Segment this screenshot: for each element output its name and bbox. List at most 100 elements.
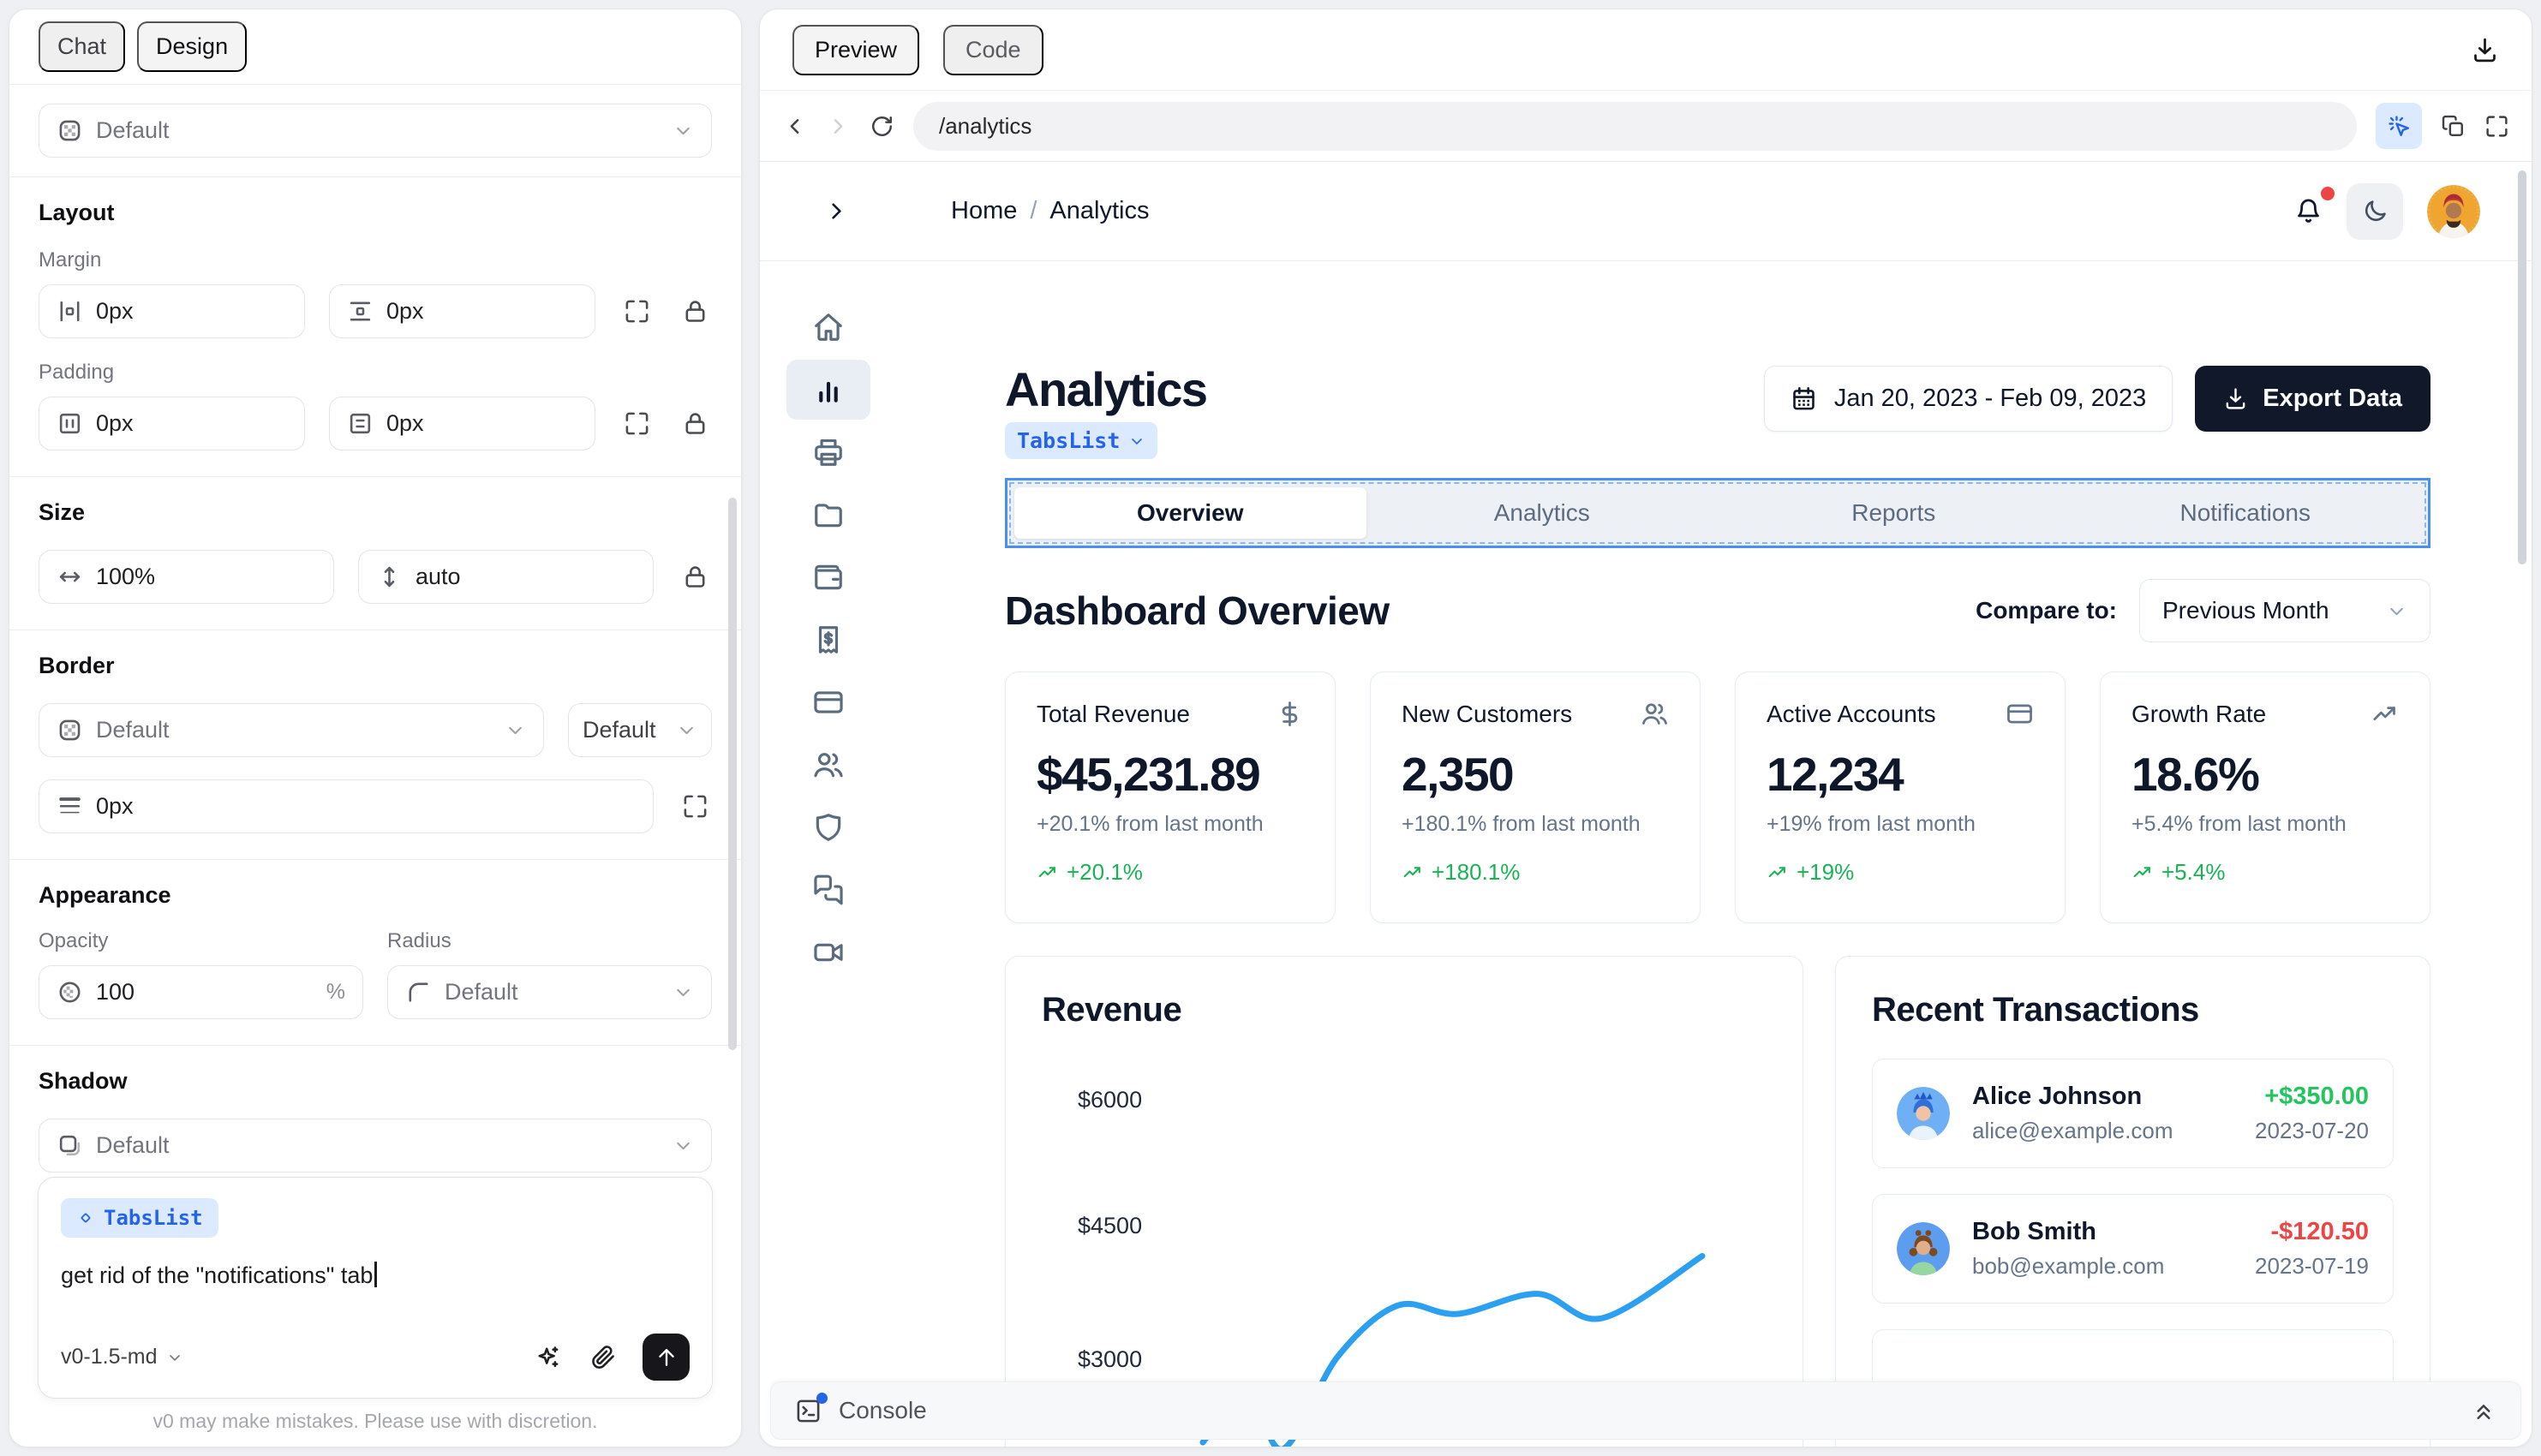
- chat-composer[interactable]: TabsList get rid of the "notifications" …: [38, 1177, 713, 1399]
- back-button[interactable]: [782, 114, 807, 139]
- sidebar-item-files[interactable]: [786, 485, 870, 545]
- radius-select[interactable]: Default: [387, 965, 712, 1019]
- pointer-click-icon: [2387, 114, 2412, 139]
- tabs-list-selected: Overview Analytics Reports Notifications: [1005, 478, 2430, 548]
- tab-preview[interactable]: Preview: [792, 25, 919, 75]
- padding-lock-button[interactable]: [678, 407, 712, 441]
- notifications-button[interactable]: [2294, 197, 2323, 225]
- left-panel-scrollbar[interactable]: [728, 498, 737, 1050]
- enhance-button[interactable]: [535, 1344, 561, 1370]
- shadow-select[interactable]: Default: [39, 1119, 712, 1173]
- border-width-input[interactable]: 0px: [39, 779, 654, 833]
- appearance-section: Appearance Opacity 100 % Radius Defa: [9, 860, 741, 1046]
- sidebar-item-analytics[interactable]: [786, 360, 870, 420]
- tab-reports[interactable]: Reports: [1718, 487, 2070, 539]
- shadow-value: Default: [96, 1132, 660, 1159]
- refresh-button[interactable]: [870, 114, 894, 139]
- forward-button[interactable]: [826, 114, 851, 139]
- width-input[interactable]: 100%: [39, 550, 334, 604]
- messages-icon: [812, 874, 845, 906]
- transaction-amount: -$120.50: [2271, 1218, 2370, 1246]
- style-preset-value: Default: [96, 117, 660, 144]
- credit-card-icon: [2006, 700, 2034, 728]
- preview-scrollbar[interactable]: [2518, 170, 2526, 564]
- model-select[interactable]: v0-1.5-md: [61, 1345, 183, 1369]
- margin-x-input[interactable]: 0px: [39, 284, 305, 338]
- radius-label: Radius: [387, 929, 712, 953]
- padding-y-input[interactable]: 0px: [329, 397, 595, 451]
- padding-expand-button[interactable]: [619, 407, 654, 441]
- opacity-value: 100: [96, 979, 314, 1005]
- margin-lock-button[interactable]: [678, 295, 712, 329]
- sidebar-item-video[interactable]: [786, 922, 870, 982]
- user-avatar[interactable]: [2427, 185, 2480, 238]
- selected-component-badge[interactable]: TabsList: [1005, 422, 1157, 459]
- padding-x-input[interactable]: 0px: [39, 397, 305, 451]
- height-input[interactable]: auto: [358, 550, 654, 604]
- page-title: Analytics: [1005, 366, 1207, 414]
- radius-corner-icon: [405, 979, 432, 1005]
- trending-up-icon: [2371, 700, 2399, 728]
- chevrons-up-icon: [2471, 1398, 2496, 1423]
- sidebar-item-invoices[interactable]: [786, 422, 870, 482]
- disclaimer-text: v0 may make mistakes. Please use with di…: [9, 1410, 741, 1433]
- trending-up-icon: [1037, 862, 1058, 883]
- selected-component-chip[interactable]: TabsList: [61, 1198, 218, 1238]
- chevron-right-icon: [826, 114, 851, 139]
- revenue-line-chart: [1006, 957, 1803, 1447]
- wallet-icon: [812, 561, 845, 594]
- model-value: v0-1.5-md: [61, 1345, 158, 1369]
- tab-design[interactable]: Design: [137, 21, 247, 72]
- margin-label: Margin: [39, 248, 712, 272]
- avatar: [1897, 1087, 1950, 1140]
- sidebar-toggle-button[interactable]: [823, 198, 850, 224]
- sidebar-item-home[interactable]: [786, 297, 870, 357]
- url-input[interactable]: /analytics: [913, 102, 2357, 151]
- select-element-button[interactable]: [2376, 103, 2422, 149]
- fullscreen-button[interactable]: [2484, 114, 2509, 139]
- tab-overview[interactable]: Overview: [1014, 487, 1366, 539]
- sidebar-item-security[interactable]: [786, 797, 870, 857]
- style-preset-select[interactable]: Default: [39, 104, 712, 158]
- shadow-icon: [57, 1132, 83, 1159]
- export-data-button[interactable]: Export Data: [2195, 366, 2430, 432]
- sidebar-item-customers[interactable]: [786, 735, 870, 795]
- margin-expand-button[interactable]: [619, 295, 654, 329]
- sidebar-item-wallet[interactable]: [786, 547, 870, 607]
- section-title-shadow: Shadow: [39, 1068, 712, 1095]
- border-style-select[interactable]: Default: [568, 703, 712, 757]
- border-color-select[interactable]: Default: [39, 703, 544, 757]
- sidebar-item-cards[interactable]: [786, 672, 870, 732]
- border-color-value: Default: [96, 717, 492, 743]
- console-expand-button[interactable]: [2471, 1398, 2496, 1423]
- video-icon: [812, 936, 845, 969]
- sidebar-item-messages[interactable]: [786, 860, 870, 920]
- breadcrumb: Home / Analytics: [951, 197, 1149, 225]
- badge-label: TabsList: [1017, 428, 1120, 453]
- size-lock-button[interactable]: [678, 560, 712, 594]
- console-bar[interactable]: Console: [770, 1381, 2521, 1440]
- breadcrumb-home[interactable]: Home: [951, 197, 1017, 225]
- tab-analytics[interactable]: Analytics: [1366, 487, 1719, 539]
- padding-x-value: 0px: [96, 410, 134, 437]
- chevron-down-icon: [2386, 600, 2407, 622]
- dark-mode-toggle[interactable]: [2347, 183, 2403, 240]
- attach-button[interactable]: [590, 1344, 617, 1370]
- tab-chat[interactable]: Chat: [39, 21, 125, 72]
- tab-code[interactable]: Code: [943, 25, 1043, 75]
- compare-select[interactable]: Previous Month: [2139, 579, 2430, 642]
- padding-y-value: 0px: [386, 410, 424, 437]
- download-button[interactable]: [2471, 36, 2499, 64]
- margin-y-input[interactable]: 0px: [329, 284, 595, 338]
- border-expand-button[interactable]: [678, 790, 712, 824]
- sidebar-item-receipts[interactable]: [786, 610, 870, 670]
- send-button[interactable]: [643, 1334, 690, 1381]
- composer-message[interactable]: get rid of the "notifications" tab: [61, 1262, 690, 1289]
- copy-icon: [2441, 114, 2466, 139]
- duplicate-button[interactable]: [2441, 114, 2466, 139]
- tab-notifications[interactable]: Notifications: [2070, 487, 2422, 539]
- opacity-input[interactable]: 100 %: [39, 965, 363, 1019]
- date-range-picker[interactable]: Jan 20, 2023 - Feb 09, 2023: [1764, 366, 2173, 432]
- stat-trend-badge: +19%: [1767, 859, 2034, 886]
- app-preview: Home / Analytics: [760, 162, 2532, 1447]
